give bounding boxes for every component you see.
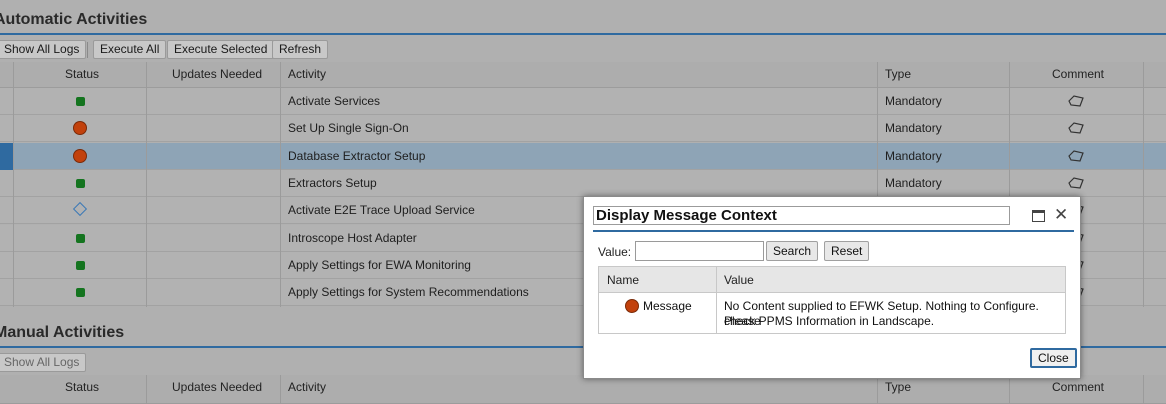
column-header-value: Value [724,273,754,287]
search-button[interactable]: Search [766,241,819,261]
column-divider [146,62,147,307]
column-header-status[interactable]: Status [65,62,99,88]
show-all-logs-button[interactable]: Show All Logs [0,40,87,59]
manual-show-all-logs-button[interactable]: Show All Logs [0,353,87,372]
activity-cell: Extractors Setup [288,175,377,190]
close-button[interactable]: Close [1030,348,1077,368]
column-divider [1143,62,1144,307]
display-message-context-dialog: Display Message Context ✕ Value: Search … [583,196,1081,379]
column-header-activity[interactable]: Activity [288,62,326,88]
close-icon[interactable]: ✕ [1054,205,1068,225]
refresh-button[interactable]: Refresh [272,40,329,59]
status-ok-icon [76,97,85,106]
row-selection-indicator[interactable] [0,142,13,170]
type-cell: Mandatory [885,148,942,163]
comment-icon[interactable] [1068,122,1084,134]
column-divider [146,375,147,404]
value-label: Value: [598,245,632,259]
toolbar-separator [87,42,88,58]
status-not-started-icon [72,202,88,217]
column-header-type[interactable]: Type [885,62,911,88]
column-header-name: Name [607,273,640,287]
error-status-icon [626,300,638,312]
automatic-activities-title: Automatic Activities [0,11,148,28]
column-header-comment[interactable]: Comment [1052,62,1104,88]
comment-icon[interactable] [1068,95,1084,107]
manual-column-header-updates-needed[interactable]: Updates Needed [172,375,262,401]
activity-cell: Introscope Host Adapter [288,230,417,245]
manual-grid-header: Status Updates Needed Activity Type Comm… [0,375,1166,404]
activity-cell: Activate Services [288,94,381,108]
automatic-toolbar: Show All Logs Execute All Execute Select… [0,36,1166,62]
reset-button[interactable]: Reset [824,241,870,261]
dialog-title: Display Message Context [593,206,1010,225]
manual-activities-title: Manual Activities [0,324,125,341]
comment-icon[interactable] [1068,177,1084,189]
activity-cell: Apply Settings for System Recommendation… [288,285,529,300]
automatic-grid-header: Status Updates Needed Activity Type Comm… [0,62,1166,88]
table-row[interactable]: Set Up Single Sign-On Mandatory [0,115,1166,143]
manual-column-header-activity[interactable]: Activity [288,375,326,401]
activity-cell: Set Up Single Sign-On [288,121,409,136]
table-row[interactable]: Database Extractor Setup Mandatory [0,142,1166,170]
status-ok-icon [76,260,85,270]
message-context-table: Name Value Message No Content supplied t… [598,266,1066,334]
execute-selected-button[interactable]: Execute Selected [167,40,275,59]
execute-all-button[interactable]: Execute All [93,40,167,59]
value-input[interactable] [635,241,764,261]
status-ok-icon [76,233,85,243]
message-name-cell: Message [643,299,692,313]
automatic-section-rule [0,33,1166,35]
column-divider [877,375,878,404]
status-ok-icon [76,288,85,298]
type-cell: Mandatory [885,94,942,108]
column-divider [280,375,281,404]
column-divider [13,62,14,307]
status-ok-icon [76,178,85,188]
activity-cell: Apply Settings for EWA Monitoring [288,257,471,272]
maximize-icon[interactable] [1032,210,1045,222]
activity-cell: Database Extractor Setup [288,148,426,163]
column-header-updates-needed[interactable]: Updates Needed [172,62,262,88]
message-value-line2: check PPMS Information in Landscape. [724,314,935,328]
dialog-title-rule [593,230,1074,232]
status-error-icon [74,122,86,135]
manual-column-header-status[interactable]: Status [65,375,99,401]
activity-cell: Activate E2E Trace Upload Service [288,203,475,218]
table-row[interactable]: Activate Services Mandatory [0,88,1166,115]
column-divider [716,267,717,333]
status-error-icon [74,149,86,162]
column-divider [280,62,281,307]
column-divider [1143,375,1144,404]
type-cell: Mandatory [885,121,942,136]
column-divider [1009,375,1010,404]
message-table-header: Name Value [599,267,1065,293]
comment-icon[interactable] [1068,149,1084,162]
table-row[interactable]: Extractors Setup Mandatory [0,169,1166,197]
type-cell: Mandatory [885,175,942,190]
